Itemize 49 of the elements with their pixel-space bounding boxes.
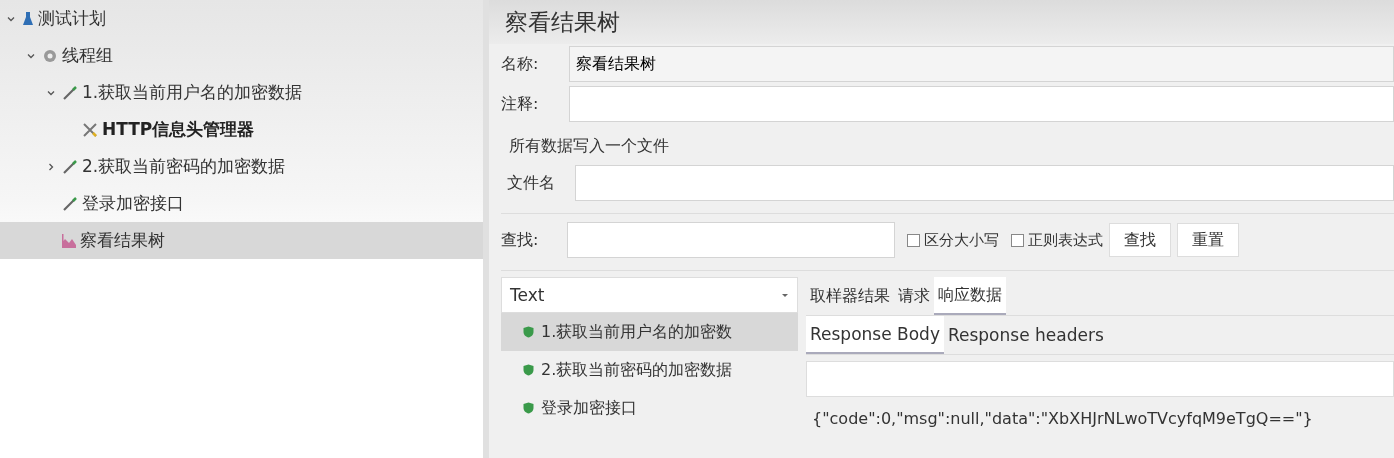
scissors-icon xyxy=(82,121,98,138)
chart-icon xyxy=(62,233,76,248)
section-heading: 所有数据写入一个文件 xyxy=(508,135,670,157)
tab[interactable]: 取样器结果 xyxy=(806,277,894,315)
collapse-caret-icon[interactable] xyxy=(7,14,15,23)
flask-icon xyxy=(22,10,34,27)
response-search-field[interactable] xyxy=(806,361,1394,397)
tab[interactable]: Response headers xyxy=(943,316,1108,354)
tab[interactable]: 响应数据 xyxy=(934,277,1006,315)
comment-field[interactable] xyxy=(569,86,1394,122)
checkbox-label: 区分大小写 xyxy=(924,230,999,250)
result-item[interactable]: 登录加密接口 xyxy=(501,389,798,427)
renderer-dropdown[interactable]: Text xyxy=(501,277,798,313)
tree-item[interactable]: 登录加密接口 xyxy=(82,192,184,215)
tab[interactable]: 请求 xyxy=(894,277,934,315)
tree-item[interactable]: HTTP信息头管理器 xyxy=(102,118,255,141)
search-field[interactable] xyxy=(567,222,895,258)
panel-title: 察看结果树 xyxy=(489,0,1394,44)
tree-item[interactable]: 1.获取当前用户名的加密数据 xyxy=(82,81,303,104)
name-field[interactable]: 察看结果树 xyxy=(569,46,1394,82)
checkbox[interactable] xyxy=(907,233,920,247)
collapse-caret-icon[interactable] xyxy=(27,51,35,60)
field-label: 注释: xyxy=(501,93,540,115)
collapse-caret-icon[interactable] xyxy=(47,88,55,97)
pipette-icon xyxy=(62,158,78,175)
result-item[interactable]: 2.获取当前密码的加密数据 xyxy=(501,351,798,389)
filename-field[interactable] xyxy=(575,165,1394,201)
tree-item[interactable]: 线程组 xyxy=(62,44,113,67)
tab[interactable]: Response Body xyxy=(806,316,944,354)
shield-icon xyxy=(523,364,534,376)
field-label: 文件名 xyxy=(506,172,556,194)
checkbox[interactable] xyxy=(1011,233,1024,247)
gear-icon xyxy=(42,47,58,64)
result-item[interactable]: 1.获取当前用户名的加密数 xyxy=(501,313,798,351)
shield-icon xyxy=(523,326,534,338)
caret-icon xyxy=(781,292,789,298)
response-body: {"code":0,"msg":null,"data":"XbXHJrNLwoTVcyfqM9eTgQ=="} xyxy=(811,408,1314,430)
expand-caret-icon[interactable] xyxy=(47,162,55,171)
pipette-icon xyxy=(62,84,78,101)
shield-icon xyxy=(523,402,534,414)
tree-item[interactable]: 察看结果树 xyxy=(80,229,165,252)
tree-item[interactable]: 测试计划 xyxy=(38,7,106,30)
field-label: 名称: xyxy=(501,53,540,75)
action-button[interactable]: 重置 xyxy=(1177,223,1239,257)
pipette-icon xyxy=(62,195,78,212)
field-label: 查找: xyxy=(501,229,540,251)
action-button[interactable]: 查找 xyxy=(1109,223,1171,257)
checkbox-label: 正则表达式 xyxy=(1028,230,1103,250)
tree-item[interactable]: 2.获取当前密码的加密数据 xyxy=(82,155,286,178)
